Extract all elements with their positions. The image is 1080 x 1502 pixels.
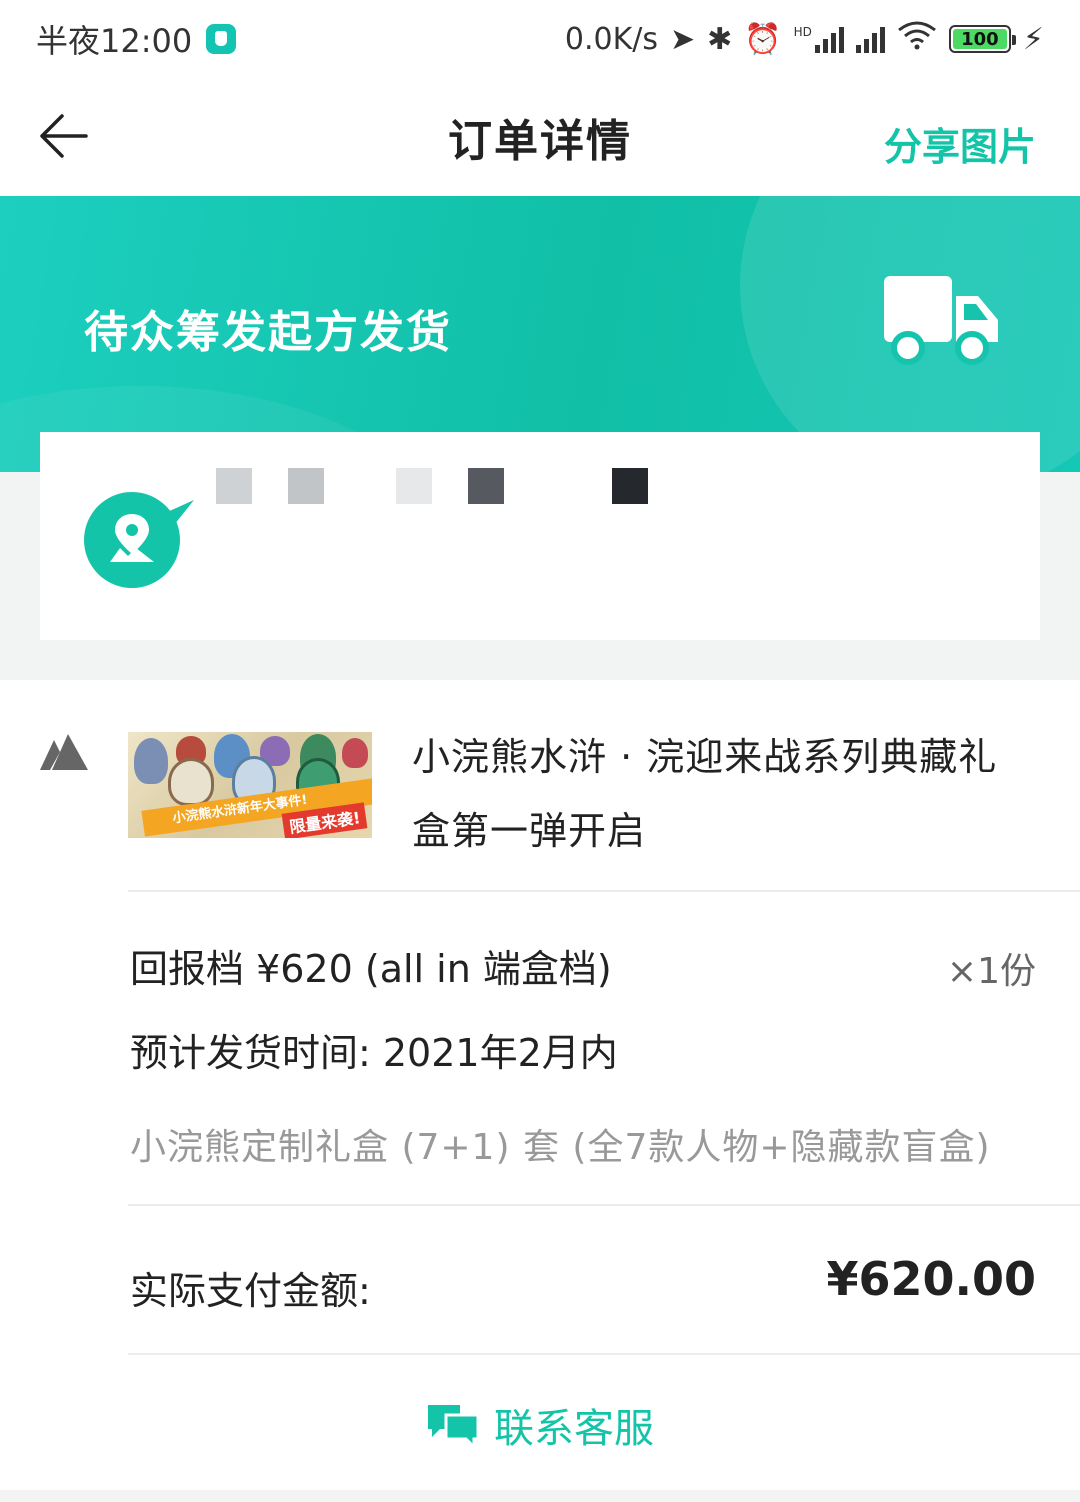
shop-icon: [40, 734, 88, 770]
battery-level: 100: [961, 28, 999, 50]
product-title[interactable]: 小浣熊水浒 · 浣迎来战系列典藏礼盒第一弹开启: [412, 720, 1032, 868]
back-button[interactable]: [36, 108, 92, 164]
reward-description: 小浣熊定制礼盒 (7+1) 套 (全7款人物+隐藏款盲盒): [130, 1127, 991, 1168]
location-arrow-icon: ➤: [670, 21, 696, 57]
product-thumbnail[interactable]: 小浣熊水浒新年大事件! 限量来袭!: [128, 732, 372, 838]
page-title: 订单详情: [448, 116, 632, 167]
divider: [128, 1204, 1080, 1206]
back-arrow-icon: [40, 114, 88, 158]
status-bar: 半夜12:00 0.0K/s ➤ ✱ ⏰ HD 100 ⚡: [0, 0, 1080, 78]
share-image-button[interactable]: 分享图片: [884, 116, 1036, 171]
redacted-block: [396, 468, 432, 504]
location-pin-icon: [84, 492, 194, 588]
battery-icon: 100: [948, 25, 1016, 53]
truck-icon: [884, 276, 998, 365]
paid-amount-value: ¥620.00: [826, 1252, 1036, 1306]
contact-support-label: 联系客服: [494, 1406, 654, 1452]
contact-support-button[interactable]: 联系客服: [0, 1370, 1080, 1480]
order-status-banner: 待众筹发起方发货: [0, 196, 1080, 472]
network-speed: 0.0K/s: [564, 21, 659, 57]
redacted-block: [612, 468, 648, 504]
signal-hd-icon: HD: [794, 25, 844, 53]
redacted-block: [288, 468, 324, 504]
signal-icon: [855, 25, 885, 53]
paid-amount-label: 实际支付金额:: [130, 1269, 371, 1313]
quantity: ×1份: [946, 951, 1036, 992]
app-notification-icon: [206, 24, 237, 54]
wifi-icon: [897, 20, 937, 58]
clock: 半夜12:00: [36, 22, 193, 60]
bluetooth-icon: ✱: [707, 21, 733, 57]
chat-bubble-icon: [428, 1405, 480, 1447]
alarm-icon: ⏰: [744, 21, 782, 57]
shipping-address-card[interactable]: [40, 432, 1040, 640]
redacted-block: [216, 468, 252, 504]
estimated-ship-time: 预计发货时间: 2021年2月内: [130, 1031, 618, 1075]
redacted-block: [468, 468, 504, 504]
nav-bar: 订单详情 分享图片: [0, 78, 1080, 196]
order-details: 小浣熊水浒新年大事件! 限量来袭! 小浣熊水浒 · 浣迎来战系列典藏礼盒第一弹开…: [0, 680, 1080, 1490]
hd-label: HD: [793, 25, 812, 39]
reward-tier: 回报档 ¥620 (all in 端盒档): [130, 947, 612, 991]
order-status-text: 待众筹发起方发货: [84, 307, 452, 358]
charging-icon: ⚡: [1022, 21, 1044, 57]
divider: [128, 890, 1080, 892]
divider: [128, 1353, 1080, 1355]
